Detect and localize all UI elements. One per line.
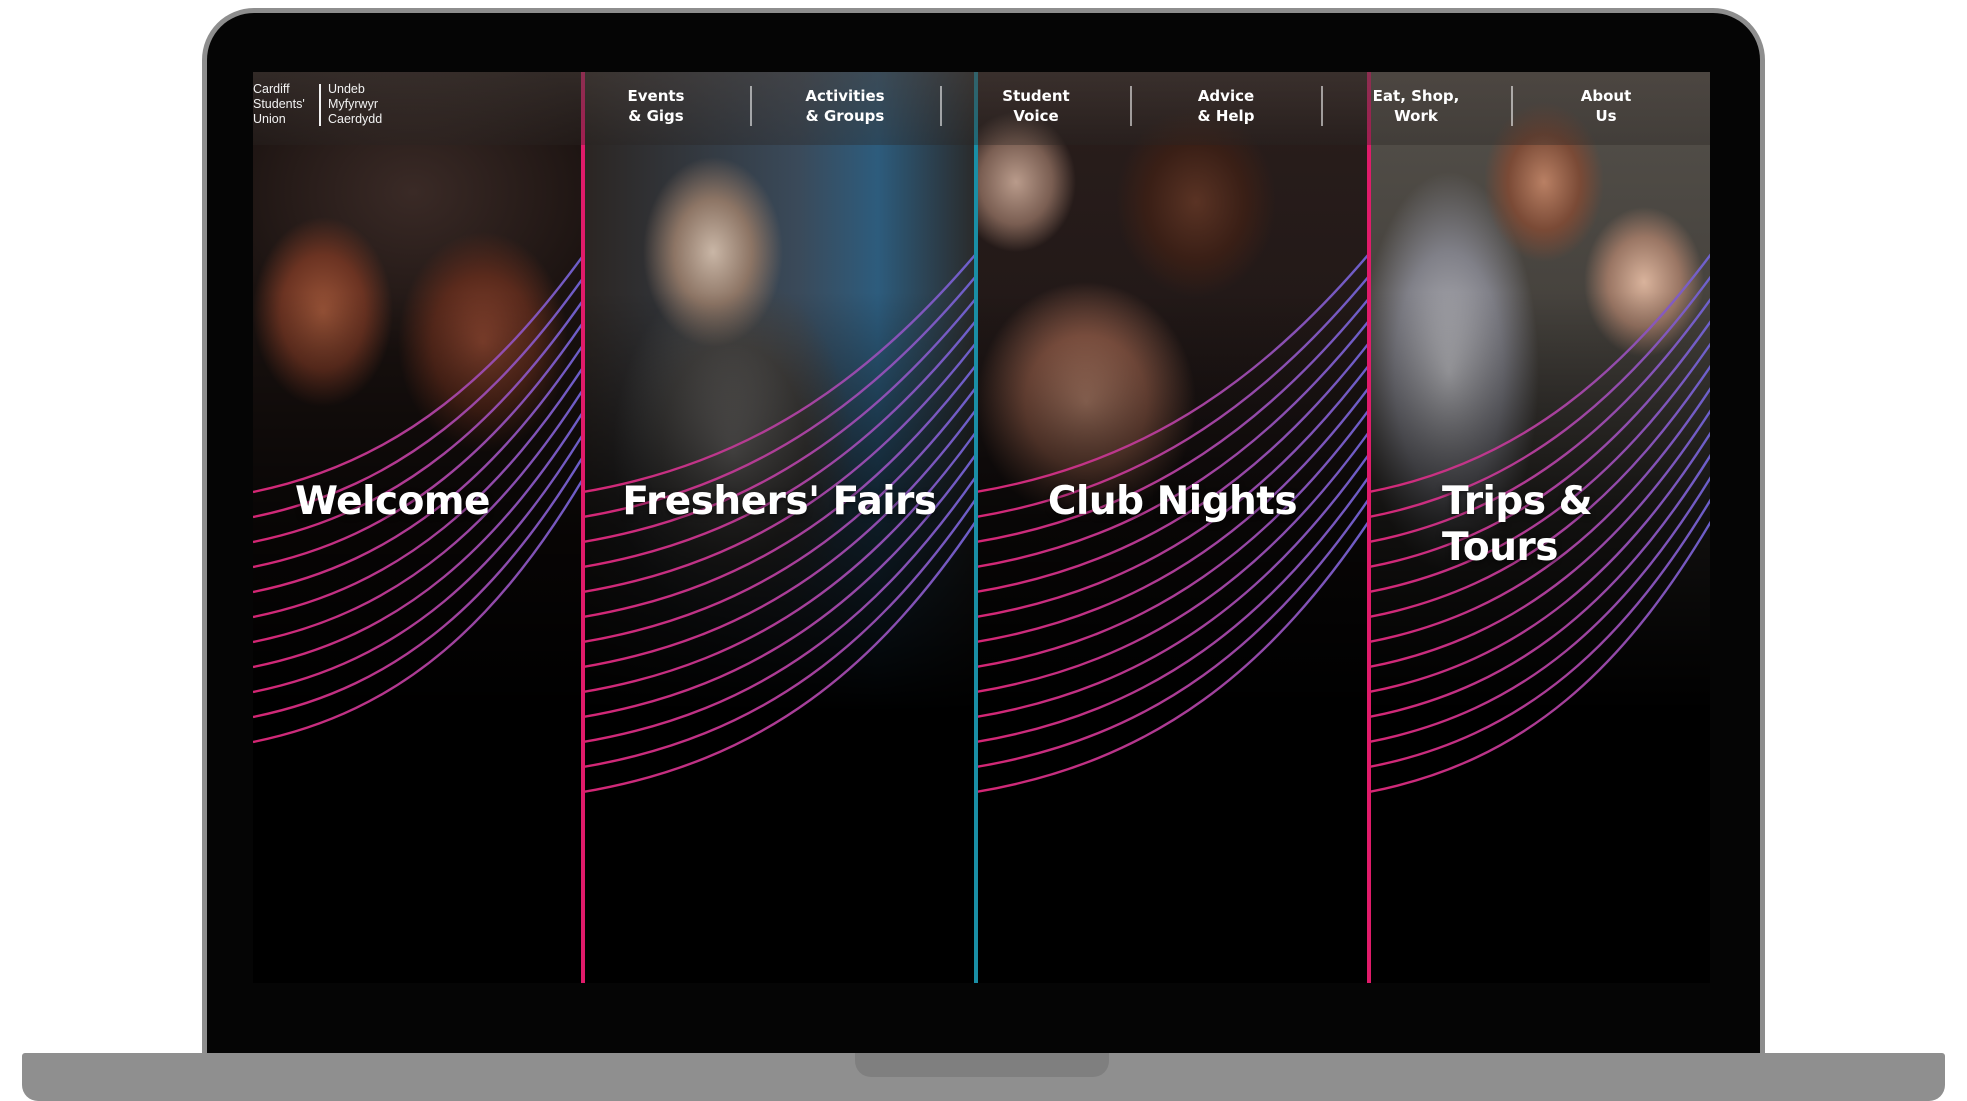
nav-advice-help[interactable]: Advice & Help	[1151, 86, 1301, 126]
panel-title-trips-tours[interactable]: Trips & Tours	[1369, 479, 1710, 571]
laptop-notch	[855, 1053, 1109, 1077]
nav-about-us[interactable]: About Us	[1531, 86, 1681, 126]
panel-divider	[581, 72, 585, 983]
panel-title-club-nights[interactable]: Club Nights	[976, 479, 1369, 525]
wave-lines	[253, 253, 583, 744]
nav-separator	[940, 86, 942, 126]
website-screen: Welcome Freshers' Fairs Club Nights Trip…	[253, 72, 1710, 983]
wave-lines	[976, 251, 1369, 794]
panel-welcome[interactable]: Welcome	[253, 72, 583, 983]
wave-line	[976, 518, 1369, 794]
wave-line	[1369, 253, 1710, 494]
logo-text-welsh: Undeb Myfyrwyr Caerdydd	[328, 82, 383, 126]
nav-student-voice[interactable]: Student Voice	[961, 86, 1111, 126]
nav-separator	[1511, 86, 1513, 126]
wave-line	[976, 407, 1369, 669]
panel-title-welcome[interactable]: Welcome	[253, 479, 583, 525]
panel-club-nights[interactable]: Club Nights	[976, 72, 1369, 983]
nav-activities-groups[interactable]: Activities & Groups	[770, 86, 920, 126]
nav-separator	[1130, 86, 1132, 126]
cardiff-students-union-logo[interactable]: Cardiff Students' Union Undeb Myfyrwyr C…	[253, 82, 403, 132]
wave-line	[583, 518, 976, 794]
panel-freshers-fairs[interactable]: Freshers' Fairs	[583, 72, 976, 983]
wave-line	[583, 407, 976, 669]
nav-events-gigs[interactable]: Events & Gigs	[581, 86, 731, 126]
panel-divider	[974, 72, 978, 983]
panel-divider	[1367, 72, 1371, 983]
logo-text-english: Cardiff Students' Union	[253, 82, 305, 126]
panel-trips-tours[interactable]: Trips & Tours	[1369, 72, 1710, 983]
nav-separator	[750, 86, 752, 126]
wave-line	[976, 496, 1369, 769]
wave-line	[583, 251, 976, 494]
logo-divider	[319, 84, 321, 126]
top-navigation: Cardiff Students' Union Undeb Myfyrwyr C…	[253, 72, 1710, 145]
wave-lines	[583, 251, 976, 794]
panel-title-freshers-fairs[interactable]: Freshers' Fairs	[583, 479, 976, 525]
wave-line	[583, 496, 976, 769]
nav-separator	[1321, 86, 1323, 126]
nav-eat-shop-work[interactable]: Eat, Shop, Work	[1341, 86, 1491, 126]
wave-line	[976, 251, 1369, 494]
